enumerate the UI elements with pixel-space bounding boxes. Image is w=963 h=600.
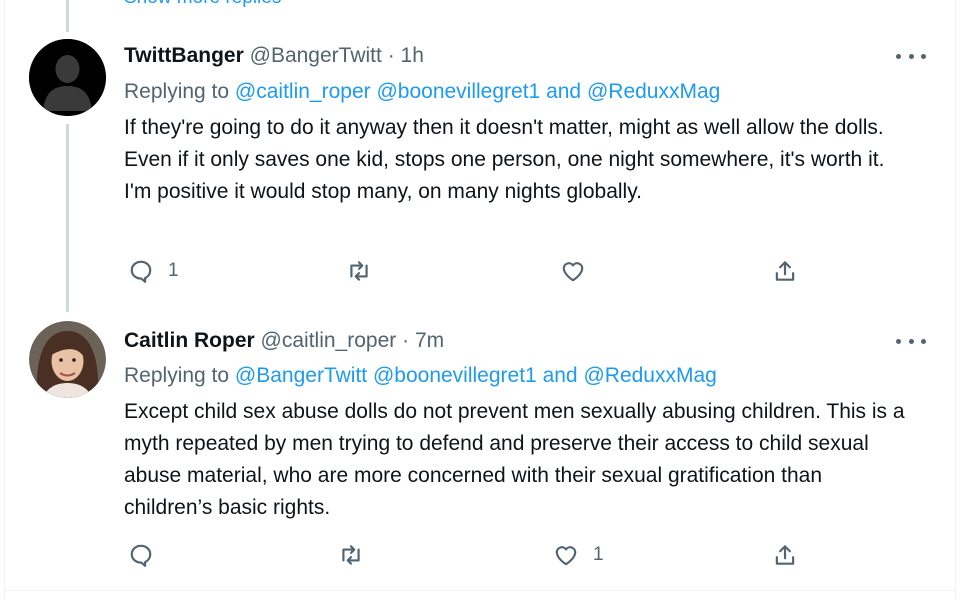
dot-icon [896,53,901,59]
more-options-button[interactable] [896,331,926,351]
mention-and[interactable]: and [543,364,578,387]
mention-link[interactable]: @ReduxxMag [583,364,716,387]
tweet-header: Caitlin Roper @caitlin_roper · 7m [124,329,444,353]
handle[interactable]: @BangerTwitt [250,44,382,67]
share-icon [775,545,795,565]
retweet-button[interactable] [338,542,378,568]
mention-link[interactable]: @boonevillegret1 [373,364,537,387]
handle[interactable]: @caitlin_roper [261,329,397,352]
replying-prefix: Replying to [124,80,230,103]
tweet-header: TwittBanger @BangerTwitt · 1h [124,44,424,68]
thread-line-top [66,0,69,32]
share-button[interactable] [772,258,798,284]
separator: · [402,329,410,352]
dot-icon [921,338,926,344]
retweet-button[interactable] [346,258,386,284]
replying-to: Replying to @caitlin_roper @boonevillegr… [124,80,720,104]
reply-icon [130,260,152,283]
replying-to: Replying to @BangerTwitt @boonevillegret… [124,364,717,388]
reply-button[interactable] [128,542,168,568]
mention-and[interactable]: and [546,80,581,103]
reply-button[interactable]: 1 [128,258,179,284]
like-count: 1 [593,544,604,565]
replying-prefix: Replying to [124,364,230,387]
retweet-icon [350,261,368,281]
mention-link[interactable]: @ReduxxMag [587,80,720,103]
retweet-icon [342,545,360,565]
tweet-text: If they're going to do it anyway then it… [124,116,885,203]
reply-count: 1 [168,260,179,281]
tweet-text: Except child sex abuse dolls do not prev… [124,400,905,519]
thread-line-connector [66,124,69,312]
share-icon [775,261,795,281]
divider [4,590,956,591]
like-button[interactable] [560,258,600,284]
separator: · [387,44,395,67]
avatar[interactable] [29,39,106,116]
dot-icon [908,338,914,344]
heart-icon [555,546,577,566]
default-silhouette-icon [29,39,106,116]
dot-icon [921,53,926,59]
reply-icon [130,544,152,567]
dot-icon [896,338,901,344]
profile-photo [29,321,106,398]
timestamp[interactable]: 7m [415,329,444,352]
timestamp[interactable]: 1h [401,44,424,67]
show-more-replies-link[interactable]: Show more replies [124,0,281,9]
like-button[interactable]: 1 [553,542,604,568]
mention-link[interactable]: @caitlin_roper [235,80,371,103]
share-button[interactable] [772,542,798,568]
dot-icon [908,53,914,59]
display-name[interactable]: TwittBanger [124,44,244,67]
display-name[interactable]: Caitlin Roper [124,329,255,352]
mention-link[interactable]: @BangerTwitt [235,364,367,387]
more-options-button[interactable] [896,46,926,66]
heart-icon [562,262,584,282]
avatar[interactable] [29,321,106,398]
mention-link[interactable]: @boonevillegret1 [376,80,540,103]
